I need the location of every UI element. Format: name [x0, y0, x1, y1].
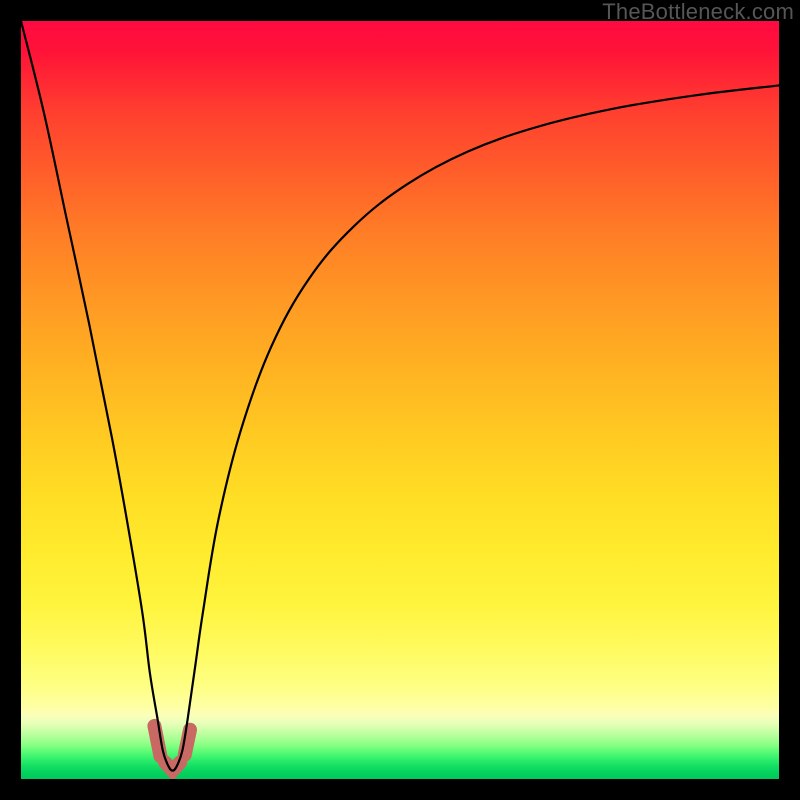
bottleneck-curve-path — [21, 21, 779, 771]
watermark-text: TheBottleneck.com — [602, 0, 794, 24]
bottleneck-curve-svg — [21, 21, 779, 779]
outer-frame: TheBottleneck.com — [0, 0, 800, 800]
plot-area — [21, 21, 779, 779]
